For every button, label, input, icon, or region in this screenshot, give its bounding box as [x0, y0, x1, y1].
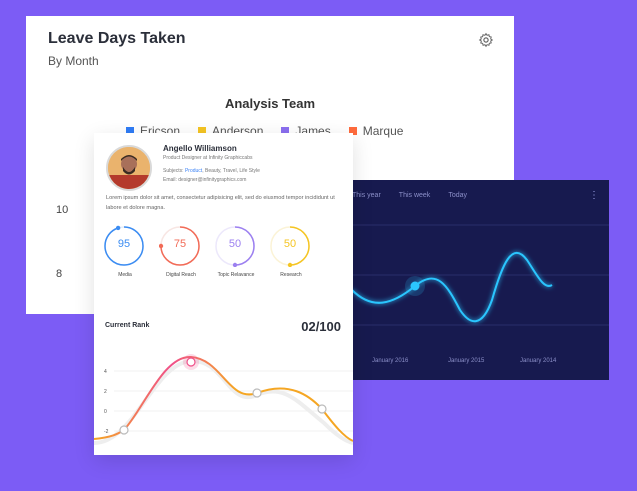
metric-ring: 95: [103, 225, 145, 267]
profile-email: Email: designer@infinitygraphics.com: [163, 177, 247, 183]
metric-research: 50 Research: [269, 225, 313, 278]
metric-digital-reach: 75 Digital Reach: [158, 225, 203, 278]
trend-line: [352, 252, 553, 323]
trend-line-chart: [352, 224, 609, 326]
profile-name: Angello Williamson: [163, 144, 237, 153]
metric-label: Research: [280, 272, 302, 278]
metric-ring: 50: [214, 225, 256, 268]
metric-value: 95: [117, 238, 131, 250]
metric-media: 95 Media: [103, 225, 147, 278]
metric-label: Digital Reach: [166, 272, 196, 278]
profile-role: Product Designer at Infinity Graphiccabs: [163, 155, 253, 161]
metric-arc-end-dot: [287, 262, 293, 268]
rank-point[interactable]: [119, 425, 129, 435]
metric-label: Topic Relavance: [217, 272, 255, 278]
rank-point[interactable]: [252, 388, 262, 398]
grid-lines: [352, 224, 609, 326]
x-label: January 2014: [520, 358, 557, 364]
metric-label: Media: [118, 272, 132, 278]
y-tick: 8: [56, 268, 63, 280]
avatar-illustration: [108, 147, 150, 189]
avatar: [106, 145, 152, 191]
legend-item-marque: Marque: [348, 124, 404, 138]
y-tick: 10: [56, 204, 69, 216]
leave-card-subtitle: By Month: [48, 54, 99, 68]
profile-card: Angello Williamson Product Designer at I…: [94, 133, 353, 455]
gear-icon[interactable]: [478, 32, 494, 48]
subjects-prefix: Subjects:: [163, 168, 185, 174]
analysis-chart-title: Analysis Team: [224, 96, 316, 111]
rank-grid: [114, 370, 353, 432]
current-rank-label: Current Rank: [105, 322, 150, 329]
profile-subjects: Subjects: Product, Beauty, Travel, Life …: [163, 168, 260, 174]
subjects-rest: , Beauty, Travel, Life Style: [202, 168, 260, 174]
rank-curve: [94, 355, 353, 442]
metric-ring: 75: [158, 225, 201, 267]
metric-arc-end-dot: [115, 225, 121, 231]
x-label: January 2015: [448, 358, 485, 364]
x-label: January 2016: [372, 358, 409, 364]
metric-value: 50: [228, 238, 242, 250]
metric-value: 50: [283, 238, 297, 250]
leave-card-title: Leave Days Taken: [48, 30, 186, 47]
current-rank-value: 02/100: [301, 319, 341, 334]
rank-point[interactable]: [317, 404, 327, 414]
profile-bio: Lorem ipsum dolor sit amet, consectetur …: [106, 195, 335, 211]
rank-peak-point[interactable]: [186, 357, 196, 367]
legend-label: Marque: [362, 124, 404, 138]
metric-topic-relevance: 50 Topic Relavance: [214, 225, 258, 278]
metric-value: 75: [173, 238, 187, 250]
metric-arc-end-dot: [232, 262, 238, 268]
highlight-point[interactable]: [410, 281, 420, 291]
rank-curve-chart: [94, 354, 353, 445]
metric-ring: 50: [269, 225, 311, 268]
dark-trend-card: This year This week Today ⋮ January 2016…: [352, 180, 609, 380]
subjects-highlight[interactable]: Product: [185, 168, 202, 174]
